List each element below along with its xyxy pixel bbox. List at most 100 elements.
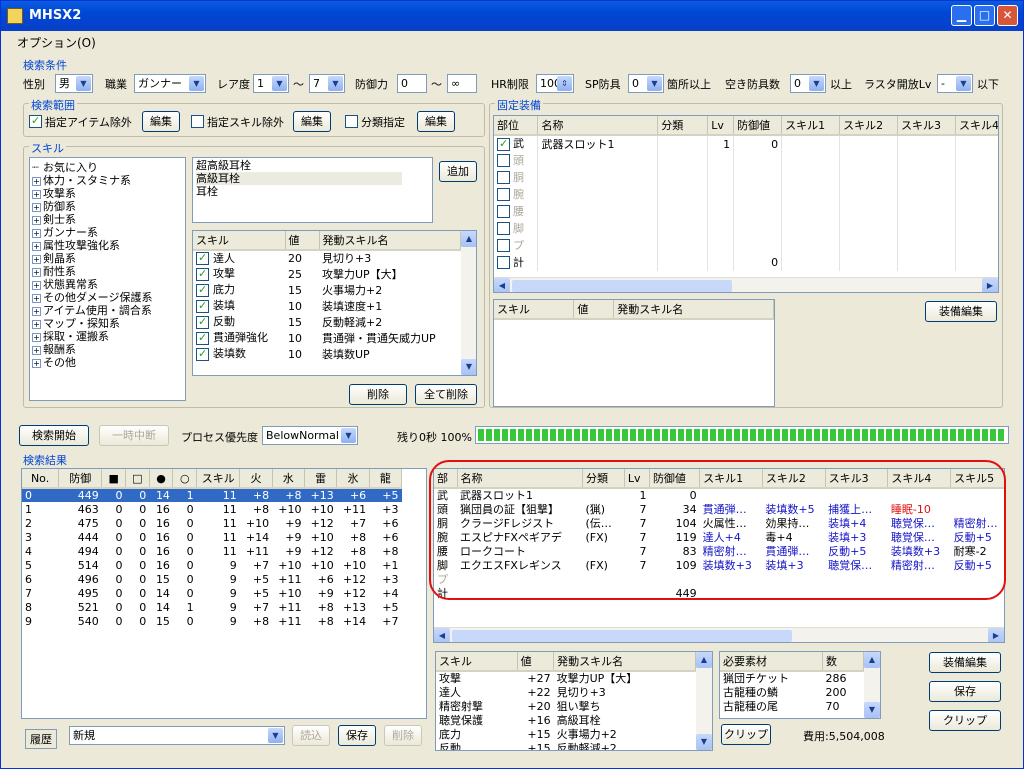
column-header[interactable]: 値 (573, 300, 615, 320)
column-header[interactable]: 発動スキル名 (613, 300, 774, 320)
tree-leaf-icon[interactable]: ┈ (32, 161, 43, 174)
table-row[interactable]: 計0 (494, 254, 998, 271)
scroll-thumb[interactable] (512, 280, 732, 292)
column-header[interactable]: スキル3 (897, 116, 956, 136)
defense-max-input[interactable]: ∞ (447, 74, 477, 93)
expand-plus-icon[interactable]: + (32, 202, 41, 212)
expand-plus-icon[interactable]: + (32, 345, 41, 355)
detail-save-button[interactable]: 保存 (929, 681, 1001, 702)
fixed-skill-table[interactable]: スキル値発動スキル名 (493, 299, 775, 407)
part-checkbox[interactable] (497, 205, 510, 219)
edit-item-button[interactable]: 編集 (142, 111, 180, 132)
rarity-min-select[interactable]: 1 ▼ (253, 74, 289, 93)
tree-item[interactable]: + 剣士系 (32, 213, 183, 226)
table-row[interactable]: 3 444 0 0 16 0 11 +14 +9 +10 +8 +6 (22, 530, 402, 544)
slots-select[interactable]: 0 ▼ (790, 74, 826, 93)
table-row[interactable]: 精密射撃 +20 狙い撃ち (436, 699, 696, 713)
expand-plus-icon[interactable]: + (32, 228, 41, 238)
exclude-skill-checkbox[interactable] (191, 115, 204, 128)
tree-item[interactable]: + アイテム使用・調合系 (32, 304, 183, 317)
column-header[interactable]: 防御値 (733, 116, 783, 136)
table-row[interactable]: 聴覚保護 +16 高級耳栓 (436, 713, 696, 727)
tree-item[interactable]: + 採取・運搬系 (32, 330, 183, 343)
part-checkbox[interactable] (497, 256, 510, 270)
title-bar[interactable]: MHSX2 ▁ □ ✕ (1, 1, 1023, 31)
table-row[interactable]: 2 475 0 0 16 0 11 +10 +9 +12 +7 +6 (22, 516, 402, 530)
column-header[interactable]: 発動スキル名 (319, 231, 461, 251)
expand-plus-icon[interactable]: + (32, 306, 41, 316)
menu-options[interactable]: オプション(O) (17, 36, 96, 50)
table-row[interactable]: 4 494 0 0 16 0 11 +11 +9 +12 +8 +8 (22, 544, 402, 558)
tree-item[interactable]: + その他ダメージ保護系 (32, 291, 183, 304)
table-row[interactable]: 胴 (494, 169, 998, 186)
detail-hscroll[interactable]: ◀ ▶ (434, 627, 1004, 642)
scroll-up-icon[interactable]: ▲ (696, 652, 712, 668)
column-header[interactable]: 値 (285, 231, 320, 251)
job-select[interactable]: ガンナー ▼ (134, 74, 206, 93)
table-row[interactable]: 古龍種の尾 70 (720, 699, 864, 713)
delete-history-button[interactable]: 削除 (384, 725, 422, 746)
row-checkbox[interactable] (196, 347, 209, 361)
table-row[interactable]: 7 495 0 0 14 0 9 +5 +10 +9 +12 +4 (22, 586, 402, 600)
results-table[interactable]: No. 防御 ■ □ ● ○ スキル火水雷氷龍 0 449 0 0 14 1 11 +8 +8 +13 +6 +5 1… (21, 468, 427, 719)
add-button[interactable]: 追加 (439, 161, 477, 182)
tree-item[interactable]: + マップ・探知系 (32, 317, 183, 330)
part-checkbox[interactable] (497, 188, 510, 202)
expand-plus-icon[interactable]: + (32, 189, 41, 199)
table-row[interactable]: 頭 (494, 152, 998, 169)
column-header[interactable]: 値 (517, 652, 555, 672)
column-header[interactable]: スキル2 (839, 116, 899, 136)
table-row[interactable]: 貫通弾強化10 貫通弾・貫通矢威力UP (193, 330, 461, 346)
expand-plus-icon[interactable]: + (32, 176, 41, 186)
last-select[interactable]: - ▼ (937, 74, 973, 93)
scroll-down-icon[interactable]: ▼ (864, 702, 880, 718)
table-row[interactable]: 5 514 0 0 16 0 9 +7 +10 +10 +10 +1 (22, 558, 402, 572)
column-header[interactable]: スキル (196, 469, 241, 489)
table-row[interactable]: 反動15 反動軽減+2 (193, 314, 461, 330)
tree-item[interactable]: + 状態異常系 (32, 278, 183, 291)
part-checkbox[interactable] (497, 137, 510, 151)
load-button[interactable]: 読込 (292, 725, 330, 746)
table-row[interactable]: 装填数10 装填数UP (193, 346, 461, 362)
pause-button[interactable]: 一時中断 (99, 425, 169, 446)
expand-plus-icon[interactable]: + (32, 215, 41, 225)
tree-item[interactable]: + 剣晶系 (32, 252, 183, 265)
detail-clip-button[interactable]: クリップ (929, 710, 1001, 731)
column-header[interactable]: ● (149, 469, 174, 489)
scroll-up-icon[interactable]: ▲ (864, 652, 880, 668)
search-start-button[interactable]: 検索開始 (19, 425, 89, 446)
gender-select[interactable]: 男 ▼ (55, 74, 93, 93)
column-header[interactable]: スキル4 (955, 116, 998, 136)
save-history-button[interactable]: 保存 (338, 725, 376, 746)
expand-plus-icon[interactable]: + (32, 280, 41, 290)
table-row[interactable]: 達人 +22 見切り+3 (436, 685, 696, 699)
column-header[interactable]: 火 (239, 469, 273, 489)
column-header[interactable]: スキル1 (781, 116, 841, 136)
delete-skill-button[interactable]: 削除 (349, 384, 407, 405)
column-header[interactable]: ○ (172, 469, 198, 489)
candidate-item[interactable]: 超高級耳栓 (196, 159, 429, 172)
table-row[interactable]: プ (494, 237, 998, 254)
expand-plus-icon[interactable]: + (32, 358, 41, 368)
expand-plus-icon[interactable]: + (32, 293, 41, 303)
column-header[interactable]: 分類 (657, 116, 709, 136)
defense-min-input[interactable]: 0 (397, 74, 427, 93)
scroll-thumb[interactable] (452, 630, 792, 642)
table-row[interactable]: 攻撃25 攻撃力UP【大】 (193, 266, 461, 282)
tree-item[interactable]: + 防御系 (32, 200, 183, 213)
table-row[interactable]: 達人20 見切り+3 (193, 250, 461, 266)
column-header[interactable]: 雷 (304, 469, 338, 489)
row-checkbox[interactable] (196, 251, 209, 266)
scroll-down-icon[interactable]: ▼ (461, 359, 476, 375)
table-row[interactable]: 0 449 0 0 14 1 11 +8 +8 +13 +6 +5 (22, 488, 402, 502)
close-button[interactable]: ✕ (997, 5, 1018, 26)
candidate-item[interactable]: 高級耳栓 (196, 172, 402, 185)
part-checkbox[interactable] (497, 154, 510, 168)
table-row[interactable]: 猟団チケット 286 (720, 671, 864, 685)
part-checkbox[interactable] (497, 171, 510, 185)
table-row[interactable]: 底力15 火事場力+2 (193, 282, 461, 298)
table-row[interactable]: 装填10 装填速度+1 (193, 298, 461, 314)
row-checkbox[interactable] (196, 315, 209, 329)
table-row[interactable]: 古龍種の鱗 200 (720, 685, 864, 699)
column-header[interactable]: □ (125, 469, 150, 489)
